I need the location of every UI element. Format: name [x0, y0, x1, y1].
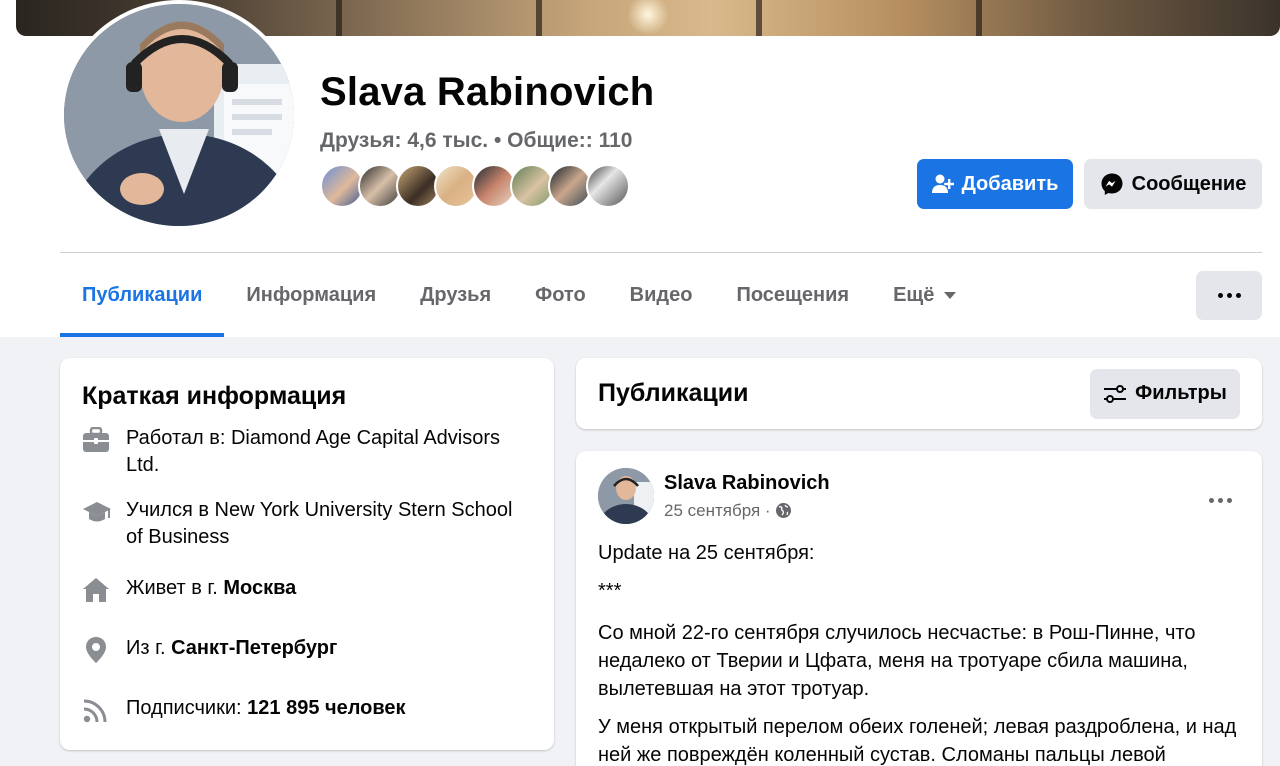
caret-down-icon — [944, 291, 957, 299]
cover-light — [628, 0, 668, 36]
intro-lives: Живет в г. Москва — [82, 575, 532, 605]
tab-label: Видео — [629, 283, 693, 306]
post-line: Update на 25 сентября: — [598, 542, 815, 564]
from-value[interactable]: Санкт-Петербург — [171, 637, 337, 659]
friends-count[interactable]: Друзья: 4,6 тыс. • Общие:: 110 — [320, 129, 632, 153]
sliders-icon — [1104, 384, 1127, 403]
followers-value[interactable]: 121 895 человек — [247, 697, 405, 719]
tab-check-ins[interactable]: Посещения — [714, 253, 871, 337]
globe-icon — [776, 503, 792, 518]
post-author-avatar[interactable] — [598, 468, 654, 524]
post-author-name[interactable]: Slava Rabinovich — [664, 472, 830, 495]
ellipsis-dot — [1217, 497, 1223, 503]
message-label: Сообщение — [1131, 172, 1247, 195]
post-text: Update на 25 сентября: *** Со мной 22-го… — [598, 539, 1240, 766]
study-prefix: Учился в — [126, 499, 215, 521]
ellipsis-icon — [1217, 293, 1223, 298]
cover-detail — [976, 0, 982, 36]
profile-avatar[interactable] — [60, 0, 298, 230]
tab-label: Посещения — [736, 283, 850, 306]
rss-icon — [82, 695, 114, 725]
work-prefix: Работал в: — [126, 427, 231, 449]
meta-separator: • — [493, 129, 502, 152]
tab-label: Фото — [535, 283, 586, 306]
intro-title: Краткая информация — [82, 382, 347, 410]
post-card: Slava Rabinovich 25 сентября · Update на… — [576, 451, 1262, 766]
ellipsis-dot — [1235, 293, 1241, 298]
message-button[interactable]: Сообщение — [1084, 159, 1262, 209]
intro-from: Из г. Санкт-Петербург — [82, 635, 532, 665]
cover-detail — [336, 0, 342, 36]
tab-posts[interactable]: Публикации — [60, 253, 225, 337]
posts-title: Публикации — [598, 379, 749, 407]
profile-name: Slava Rabinovich — [320, 70, 655, 114]
followers-prefix: Подписчики: — [126, 697, 248, 719]
date-separator: · — [760, 500, 776, 520]
tab-label: Друзья — [420, 283, 492, 306]
ellipsis-icon — [1208, 497, 1214, 503]
profile-tabs: Публикации Информация Друзья Фото Видео … — [60, 253, 978, 337]
house-icon — [82, 575, 114, 605]
cover-detail — [756, 0, 762, 36]
ellipsis-dot — [1226, 497, 1232, 503]
posts-header-card: Публикации Фильтры — [576, 358, 1262, 429]
tab-label: Публикации — [82, 283, 203, 306]
profile-more-button[interactable] — [1196, 271, 1262, 320]
tab-friends[interactable]: Друзья — [398, 253, 513, 337]
add-friend-label: Добавить — [961, 172, 1059, 195]
post-date[interactable]: 25 сентября — [664, 501, 760, 521]
post-line: *** — [598, 580, 622, 602]
messenger-icon — [1101, 173, 1123, 195]
tab-more[interactable]: Ещё — [871, 253, 978, 337]
post-paragraph: У меня открытый перелом обеих голеней; л… — [598, 716, 1237, 766]
tab-about[interactable]: Информация — [224, 253, 398, 337]
mutual-friends-label[interactable]: Общие:: 110 — [507, 129, 632, 152]
intro-followers: Подписчики: 121 895 человек — [82, 695, 532, 725]
ellipsis-dot — [1226, 293, 1232, 298]
friend-avatar[interactable] — [586, 164, 630, 208]
post-timestamp: 25 сентября · — [664, 501, 830, 521]
post-paragraph: Со мной 22-го сентября случилось несчаст… — [598, 622, 1196, 700]
filters-label: Фильтры — [1135, 382, 1227, 404]
tab-label: Информация — [246, 283, 377, 306]
tab-photos[interactable]: Фото — [513, 253, 608, 337]
pin-icon — [82, 635, 114, 665]
person-plus-icon — [931, 174, 954, 193]
tab-label: Ещё — [893, 283, 935, 306]
cover-detail — [536, 0, 542, 36]
intro-study: Учился в New York University Stern Schoo… — [82, 497, 532, 551]
mutual-friends-avatars — [320, 164, 630, 208]
post-header: Slava Rabinovich 25 сентября · — [598, 467, 1240, 525]
briefcase-icon — [82, 425, 114, 455]
tab-videos[interactable]: Видео — [608, 253, 715, 337]
post-options-button[interactable] — [1200, 485, 1240, 515]
intro-card: Краткая информация Работал в: Diamond Ag… — [60, 358, 554, 750]
filters-button[interactable]: Фильтры — [1090, 368, 1240, 419]
from-prefix: Из г. — [126, 637, 172, 659]
friends-label[interactable]: Друзья: 4,6 тыс. — [320, 129, 488, 152]
graduation-cap-icon — [82, 497, 114, 527]
add-friend-button[interactable]: Добавить — [917, 159, 1073, 209]
intro-work: Работал в: Diamond Age Capital Advisors … — [82, 425, 532, 479]
lives-value[interactable]: Москва — [223, 577, 296, 599]
lives-prefix: Живет в г. — [126, 577, 224, 599]
